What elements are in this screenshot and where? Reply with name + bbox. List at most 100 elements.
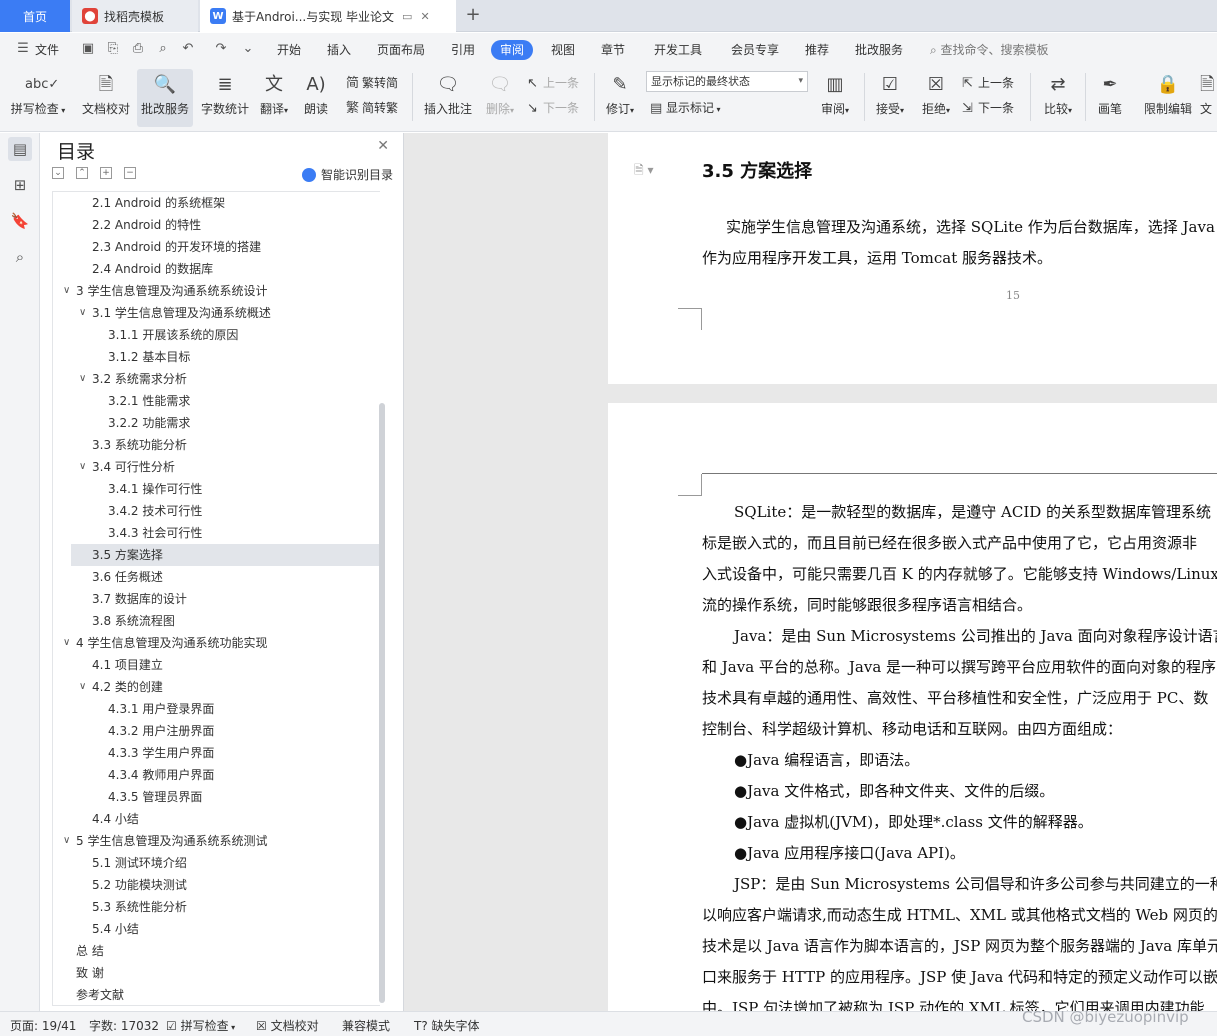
- chevron-down-icon[interactable]: ∨: [79, 302, 86, 324]
- prev-comment-button[interactable]: ↖ 上一条: [527, 73, 579, 93]
- export-icon[interactable]: ⎘: [105, 41, 121, 57]
- smart-toc-button[interactable]: 智能识别目录: [301, 166, 393, 183]
- toc-item[interactable]: 5.1 测试环境介绍: [53, 852, 379, 874]
- menu-start[interactable]: 开始: [277, 40, 301, 60]
- toc-item[interactable]: 3.4.2 技术可行性: [53, 500, 379, 522]
- track-changes-button[interactable]: ✎ 修订▾: [600, 69, 640, 127]
- tab-document[interactable]: W 基于Androi...与实现 毕业论文 ▭ ✕: [200, 0, 456, 32]
- read-aloud-button[interactable]: A) 朗读: [298, 69, 334, 127]
- menu-recommend[interactable]: 推荐: [805, 40, 829, 60]
- hamburger-icon[interactable]: ☰: [14, 41, 32, 57]
- menu-grading[interactable]: 批改服务: [855, 40, 903, 60]
- toc-panel-icon[interactable]: ▤: [8, 137, 32, 161]
- toc-item[interactable]: 3.2 系统需求分析 ∨: [53, 368, 379, 390]
- doc-check-button[interactable]: 🗎 文档校对: [78, 69, 134, 127]
- menu-layout[interactable]: 页面布局: [377, 40, 425, 60]
- doc-check-status[interactable]: ☒ 文档校对: [256, 1017, 319, 1034]
- toc-item[interactable]: 3.2.1 性能需求: [53, 390, 379, 412]
- to-traditional-button[interactable]: 繁简转繁: [346, 98, 398, 118]
- menu-file[interactable]: 文件: [35, 40, 59, 60]
- chevron-down-icon[interactable]: ∨: [63, 632, 70, 654]
- toc-item[interactable]: 4.4 小结: [53, 808, 379, 830]
- word-count-status[interactable]: 字数: 17032: [89, 1017, 159, 1034]
- toc-item[interactable]: 4 学生信息管理及沟通系统功能实现 ∨: [53, 632, 379, 654]
- page-15[interactable]: 🗎 ▾ 3.5 方案选择 实施学生信息管理及沟通系统，选择 SQLite 作为后…: [608, 133, 1217, 384]
- toc-item[interactable]: 4.1 项目建立: [53, 654, 379, 676]
- toc-item[interactable]: 5.4 小结: [53, 918, 379, 940]
- undo-icon[interactable]: ↶: [180, 41, 196, 57]
- tab-home[interactable]: 首页: [0, 0, 70, 32]
- tab-template[interactable]: ⬤ 找稻壳模板: [72, 0, 198, 32]
- toc-item[interactable]: 参考文献: [53, 984, 379, 1005]
- toc-item[interactable]: 4.3.1 用户登录界面: [53, 698, 379, 720]
- spell-check-button[interactable]: abc✓ 拼写检查 ▾: [8, 69, 68, 127]
- page-indicator[interactable]: 页面: 19/41: [10, 1017, 76, 1034]
- toc-item[interactable]: 2.1 Android 的系统框架: [53, 192, 379, 214]
- toc-item[interactable]: 4.3.5 管理员界面: [53, 786, 379, 808]
- toc-item[interactable]: 3.1.2 基本目标: [53, 346, 379, 368]
- expand-up-icon[interactable]: ⌃: [76, 167, 88, 179]
- pen-button[interactable]: ✒ 画笔: [1092, 69, 1128, 127]
- toc-item[interactable]: 3.3 系统功能分析: [53, 434, 379, 456]
- menu-review[interactable]: 审阅: [491, 40, 534, 60]
- menu-insert[interactable]: 插入: [327, 40, 351, 60]
- menu-member[interactable]: 会员专享: [731, 40, 779, 60]
- translate-button[interactable]: 文翻译▾: [256, 69, 292, 127]
- toc-item[interactable]: 3 学生信息管理及沟通系统系统设计 ∨: [53, 280, 379, 302]
- toc-item[interactable]: 5.3 系统性能分析: [53, 896, 379, 918]
- toc-item[interactable]: 5.2 功能模块测试: [53, 874, 379, 896]
- chevron-down-icon[interactable]: ∨: [79, 456, 86, 478]
- document-canvas[interactable]: 🗎 ▾ 3.5 方案选择 实施学生信息管理及沟通系统，选择 SQLite 作为后…: [404, 133, 1217, 1011]
- toc-scrollbar[interactable]: [379, 403, 385, 1003]
- toc-item[interactable]: 3.1.1 开展该系统的原因: [53, 324, 379, 346]
- restrict-editing-button[interactable]: 🔒 限制编辑: [1140, 69, 1196, 127]
- next-change-button[interactable]: ⇲ 下一条: [962, 98, 1014, 118]
- menu-view[interactable]: 视图: [551, 40, 575, 60]
- tab-close-icon[interactable]: ✕: [420, 10, 429, 23]
- toc-item[interactable]: 致 谢: [53, 962, 379, 984]
- remove-heading-icon[interactable]: −: [124, 167, 136, 179]
- command-search[interactable]: ⌕ 查找命令、搜索模板: [930, 40, 1049, 60]
- menu-chapter[interactable]: 章节: [601, 40, 625, 60]
- new-tab-button[interactable]: +: [462, 4, 484, 26]
- review-pane-button[interactable]: ▥ 审阅▾: [815, 69, 855, 127]
- toc-item[interactable]: 3.7 数据库的设计: [53, 588, 379, 610]
- find-icon[interactable]: ⌕: [8, 245, 32, 269]
- doc-more-button[interactable]: 🗎 文: [1200, 69, 1217, 127]
- markup-state-select[interactable]: 显示标记的最终状态 ▾: [646, 71, 808, 92]
- chevron-down-icon[interactable]: ∨: [63, 830, 70, 852]
- bookmark-icon[interactable]: 🔖: [8, 209, 32, 233]
- toc-item[interactable]: 4.3.4 教师用户界面: [53, 764, 379, 786]
- toc-item[interactable]: 总 结: [53, 940, 379, 962]
- toc-item[interactable]: 3.6 任务概述: [53, 566, 379, 588]
- menu-reference[interactable]: 引用: [451, 40, 475, 60]
- redo-icon[interactable]: ↷: [213, 41, 229, 57]
- chevron-down-icon[interactable]: ∨: [79, 368, 86, 390]
- accept-button[interactable]: ☑ 接受▾: [870, 69, 910, 127]
- toc-item[interactable]: 3.5 方案选择: [71, 544, 379, 566]
- toc-item[interactable]: 2.3 Android 的开发环境的搭建: [53, 236, 379, 258]
- menu-devtools[interactable]: 开发工具: [654, 40, 702, 60]
- word-count-button[interactable]: ≣ 字数统计: [198, 69, 252, 127]
- toc-item[interactable]: 2.2 Android 的特性: [53, 214, 379, 236]
- show-markup-button[interactable]: ▤ 显示标记 ▾: [650, 98, 721, 118]
- more-quick-icon[interactable]: ⌄: [240, 41, 256, 57]
- print-icon[interactable]: ⎙: [130, 41, 146, 57]
- page-16[interactable]: SQLite：是一款轻型的数据库，是遵守 ACID 的关系型数据库管理系统 标是嵌…: [608, 403, 1217, 1011]
- toc-item[interactable]: 3.4.1 操作可行性: [53, 478, 379, 500]
- toc-item[interactable]: 4.3.2 用户注册界面: [53, 720, 379, 742]
- save-icon[interactable]: ▣: [80, 41, 96, 57]
- toc-item[interactable]: 3.1 学生信息管理及沟通系统概述 ∨: [53, 302, 379, 324]
- tab-pin-icon[interactable]: ▭: [402, 10, 412, 23]
- review-service-button[interactable]: 🔍 批改服务: [137, 69, 193, 127]
- toc-item[interactable]: 3.4 可行性分析 ∨: [53, 456, 379, 478]
- to-simplified-button[interactable]: 简繁转简: [346, 73, 398, 93]
- close-icon[interactable]: ✕: [377, 138, 389, 154]
- collapse-all-icon[interactable]: ⌄: [52, 167, 64, 179]
- toc-item[interactable]: 3.2.2 功能需求: [53, 412, 379, 434]
- chevron-down-icon[interactable]: ∨: [79, 676, 86, 698]
- toc-item[interactable]: 3.8 系统流程图: [53, 610, 379, 632]
- toc-item[interactable]: 4.3.3 学生用户界面: [53, 742, 379, 764]
- toc-item[interactable]: 5 学生信息管理及沟通系统系统测试 ∨: [53, 830, 379, 852]
- outline-panel-icon[interactable]: ⊞: [8, 173, 32, 197]
